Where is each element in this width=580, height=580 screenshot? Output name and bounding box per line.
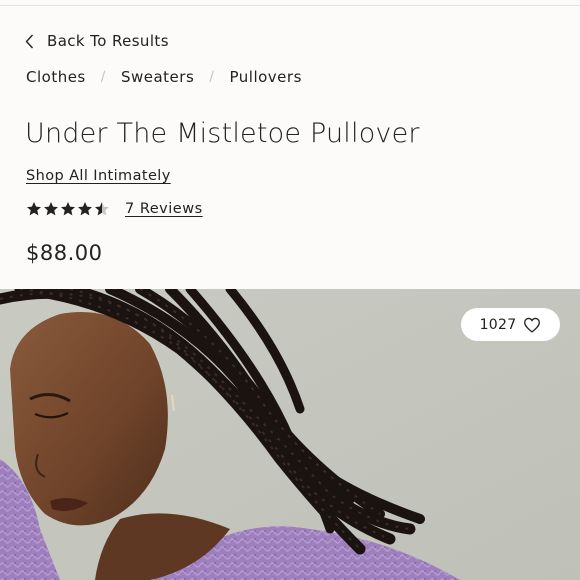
product-price: $88.00 [26,241,103,265]
back-to-results-link[interactable]: Back To Results [25,32,169,50]
breadcrumb-item-pullovers[interactable]: Pullovers [230,68,302,86]
breadcrumb: Clothes / Sweaters / Pullovers [26,68,302,86]
heart-icon [524,317,541,333]
star-icon [78,202,92,216]
chevron-left-icon [25,34,34,48]
shop-all-brand-link[interactable]: Shop All Intimately [26,168,171,184]
star-icon [44,202,58,216]
breadcrumb-separator: / [209,69,215,85]
breadcrumb-item-sweaters[interactable]: Sweaters [121,68,194,86]
star-icon [61,202,75,216]
star-icon [27,202,41,216]
favorite-button[interactable]: 1027 [461,308,560,341]
reviews-link[interactable]: 7 Reviews [125,201,203,217]
back-link-label: Back To Results [47,32,169,50]
top-divider [0,5,580,6]
product-rating: 7 Reviews [26,201,203,217]
product-page: Back To Results Clothes / Sweaters / Pul… [0,0,580,580]
star-rating[interactable] [26,201,111,217]
star-half-icon [95,202,109,216]
breadcrumb-separator: / [100,69,106,85]
breadcrumb-item-clothes[interactable]: Clothes [26,68,86,86]
product-title: Under The Mistletoe Pullover [25,118,420,149]
product-image[interactable]: 1027 [0,289,580,580]
favorites-count: 1027 [479,316,517,333]
